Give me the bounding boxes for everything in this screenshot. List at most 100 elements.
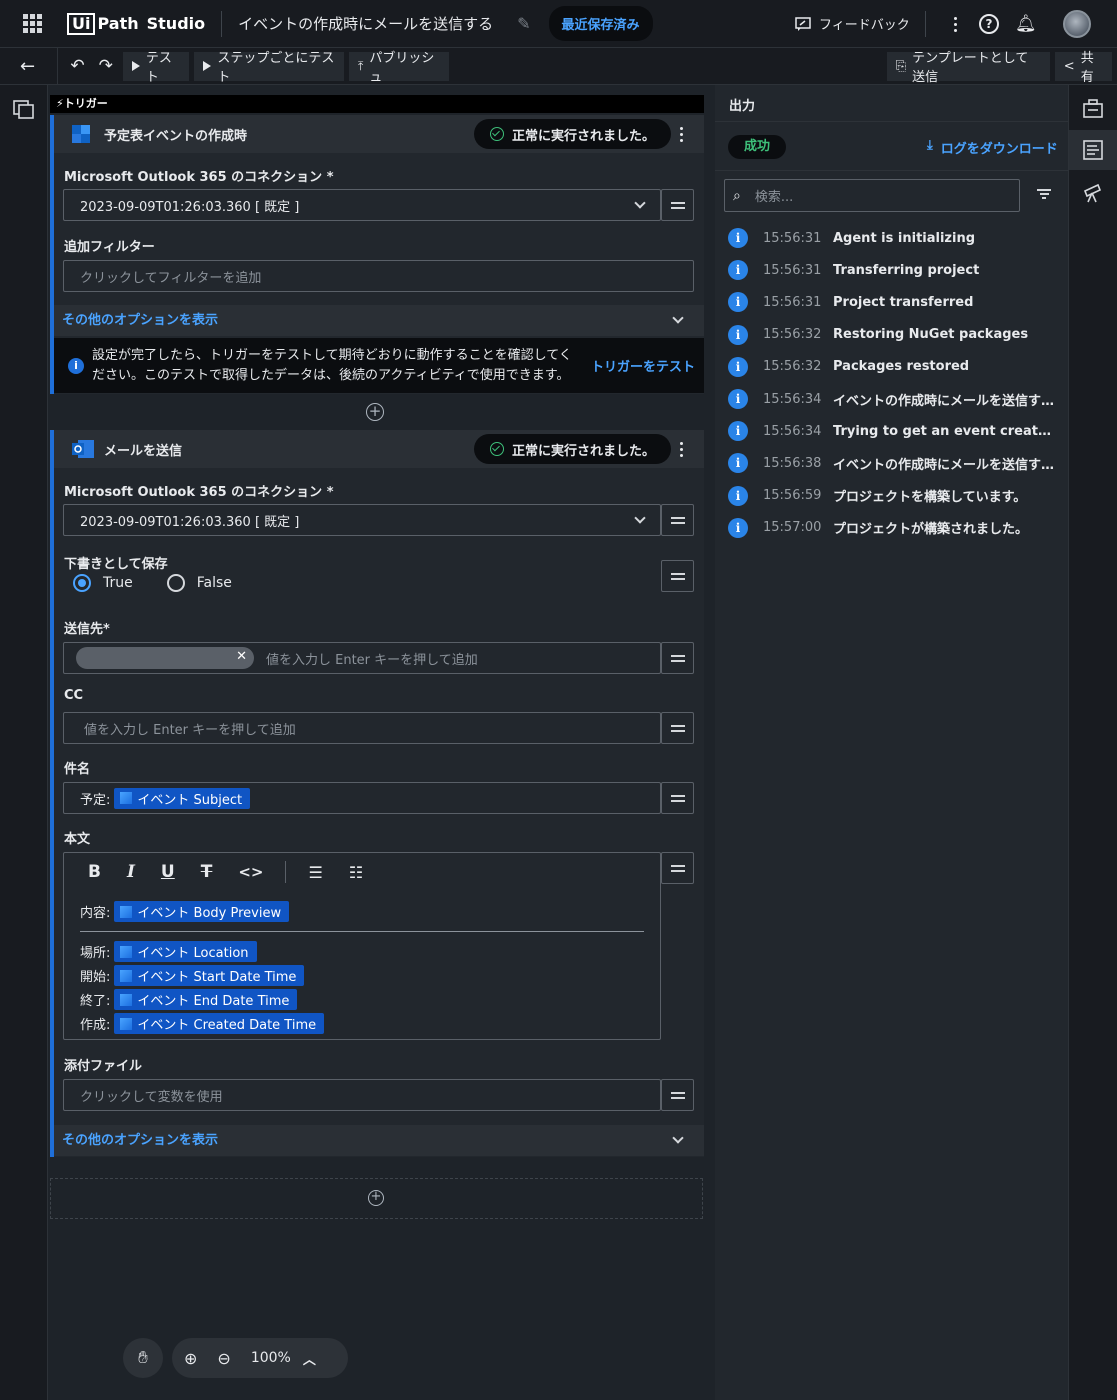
test-button[interactable]: テスト — [122, 51, 190, 85]
send-mail-card-header[interactable]: メールを送信 正常に実行されました。 — [54, 430, 704, 468]
body-row-prefix: 内容: — [80, 906, 111, 921]
trigger-more-options[interactable]: その他のオプションを表示 — [54, 305, 704, 336]
log-entry[interactable]: i 15:56:32 Packages restored — [728, 356, 1058, 378]
recipient-chip[interactable] — [76, 647, 254, 669]
zoom-out-icon[interactable]: ⊖ — [217, 1349, 230, 1368]
body-variable-tag[interactable]: イベント Body Preview — [114, 901, 290, 922]
project-title[interactable]: イベントの作成時にメールを送信する — [238, 13, 493, 34]
test-trigger-link[interactable]: トリガーをテスト — [591, 356, 695, 375]
log-entry[interactable]: i 15:56:34 Trying to get an event created … — [728, 420, 1058, 442]
bold-icon[interactable]: B — [88, 862, 101, 882]
feedback-button[interactable]: フィードバック — [795, 14, 910, 33]
app-launcher-icon[interactable] — [23, 13, 43, 34]
underline-icon[interactable]: U — [161, 862, 175, 882]
trigger-status-badge: 正常に実行されました。 — [474, 119, 672, 149]
subject-input[interactable]: 予定: イベント Subject — [63, 782, 661, 814]
info-icon: i — [728, 228, 748, 248]
step-test-button[interactable]: ステップごとにテスト — [194, 51, 345, 85]
log-message: Trying to get an event created in ... — [833, 423, 1058, 439]
log-entry[interactable]: i 15:56:34 イベントの作成時にメールを送信する exe... — [728, 388, 1058, 410]
body-options-button[interactable] — [661, 852, 694, 884]
back-arrow-icon[interactable]: ← — [20, 56, 47, 77]
log-message: イベントの作成時にメールを送信する exe... — [833, 457, 1058, 473]
send-template-label: テンプレートとして送信 — [912, 51, 1029, 85]
more-menu-icon[interactable] — [954, 16, 957, 32]
log-time: 15:56:59 — [763, 488, 822, 504]
connection-options-button[interactable] — [661, 504, 694, 536]
subject-options-button[interactable] — [661, 782, 694, 814]
help-icon[interactable]: ? — [979, 14, 999, 34]
subject-variable-tag[interactable]: イベント Subject — [114, 787, 251, 809]
info-text: 設定が完了したら、トリガーをテストして期待どおりに動作することを確認してください… — [92, 347, 572, 383]
trigger-more-icon[interactable] — [680, 127, 683, 142]
body-row: 開始: イベント Start Date Time — [80, 965, 305, 986]
zoom-in-icon[interactable]: ⊕ — [184, 1349, 197, 1368]
draft-false-radio[interactable] — [166, 574, 185, 592]
template-icon: ⎘ — [895, 58, 907, 74]
numbered-list-icon[interactable]: ☷ — [349, 863, 363, 882]
log-entry[interactable]: i 15:56:31 Agent is initializing — [728, 227, 1058, 249]
publish-button[interactable]: ⤒ パブリッシュ — [349, 51, 449, 85]
body-editor[interactable]: B I U T <> ☰ ☷ 内容: イベント Body Preview 場所: イ… — [63, 852, 661, 1040]
body-label: 本文 — [64, 832, 91, 847]
info-icon: i — [728, 485, 748, 506]
to-input[interactable]: 値を入力し Enter キーを押して追加 — [63, 642, 661, 674]
filter-input[interactable]: クリックしてフィルターを追加 — [63, 260, 694, 292]
attachment-options-button[interactable] — [661, 1079, 694, 1111]
draft-options-button[interactable] — [661, 560, 694, 592]
connection-select[interactable]: 2023-09-09T01:26:03.360 [ 既定 ] — [63, 189, 661, 221]
send-mail-more-icon[interactable] — [680, 442, 683, 457]
connection-select[interactable]: 2023-09-09T01:26:03.360 [ 既定 ] — [63, 504, 661, 536]
send-mail-more-options[interactable]: その他のオプションを表示 — [54, 1125, 704, 1156]
filter-icon[interactable] — [1037, 189, 1051, 199]
redo-icon[interactable]: ↷ — [99, 56, 113, 76]
info-icon: i — [728, 453, 748, 474]
log-entry[interactable]: i 15:57:00 プロジェクトが構築されました。 — [728, 517, 1058, 539]
italic-icon[interactable]: I — [127, 862, 135, 882]
body-variable-tag[interactable]: イベント Location — [114, 941, 257, 962]
undo-icon[interactable]: ↶ — [70, 56, 84, 76]
to-options-button[interactable] — [661, 642, 694, 674]
pan-hand-icon[interactable]: ✋︎ — [123, 1338, 163, 1378]
user-avatar[interactable] — [1062, 10, 1091, 38]
body-variable-tag[interactable]: イベント Start Date Time — [114, 965, 305, 986]
cc-options-button[interactable] — [661, 712, 694, 744]
log-search-input[interactable]: ⌕ 検索... — [724, 179, 1020, 212]
properties-panel-icon[interactable] — [1082, 99, 1104, 119]
output-tab[interactable] — [1069, 130, 1117, 170]
cc-input[interactable]: 値を入力し Enter キーを押して追加 — [63, 712, 661, 744]
log-time: 15:56:34 — [763, 423, 822, 439]
connection-value: 2023-09-09T01:26:03.360 [ 既定 ] — [80, 199, 300, 215]
code-icon[interactable]: <> — [238, 863, 263, 881]
run-status-badge: 成功 — [728, 135, 787, 159]
log-message: Packages restored — [833, 359, 970, 375]
trigger-card: 予定表イベントの作成時 正常に実行されました。 Microsoft Outloo… — [50, 115, 704, 394]
log-entry[interactable]: i 15:56:31 Project transferred — [728, 291, 1058, 313]
download-log-button[interactable]: ⤓ ログをダウンロード — [927, 138, 1058, 157]
notification-bell-icon[interactable]: 🔔︎ — [1015, 14, 1037, 34]
log-message: プロジェクトを構築しています。 — [833, 490, 1027, 506]
log-entry[interactable]: i 15:56:59 プロジェクトを構築しています。 — [728, 485, 1058, 507]
send-as-template-button[interactable]: ⎘ テンプレートとして送信 — [886, 51, 1050, 85]
chevron-up-icon[interactable]: ︿ — [303, 1349, 316, 1368]
log-entry[interactable]: i 15:56:31 Transferring project — [728, 259, 1058, 281]
add-activity-slot[interactable]: + — [50, 1178, 703, 1219]
log-entry[interactable]: i 15:56:38 イベントの作成時にメールを送信する exe... — [728, 452, 1058, 474]
edit-title-icon[interactable]: ✎ — [517, 14, 530, 33]
info-icon: i — [68, 357, 84, 374]
variable-icon — [120, 905, 133, 918]
body-variable-tag[interactable]: イベント Created Date Time — [114, 1013, 325, 1034]
bullet-list-icon[interactable]: ☰ — [308, 863, 322, 882]
log-entry[interactable]: i 15:56:32 Restoring NuGet packages — [728, 324, 1058, 346]
draft-true-radio[interactable] — [73, 574, 91, 592]
add-step-connector-icon[interactable]: + — [366, 403, 384, 421]
connection-options-button[interactable] — [661, 189, 694, 221]
trigger-card-header[interactable]: 予定表イベントの作成時 正常に実行されました。 — [54, 115, 704, 153]
strikethrough-icon[interactable]: T — [201, 862, 213, 882]
add-activity-icon[interactable]: + — [368, 1190, 384, 1206]
body-variable-tag[interactable]: イベント End Date Time — [114, 989, 298, 1010]
explorer-icon[interactable] — [13, 100, 35, 120]
share-button[interactable]: < 共有 — [1054, 51, 1113, 85]
telescope-icon[interactable] — [1082, 183, 1104, 203]
attachment-input[interactable]: クリックして変数を使用 — [63, 1079, 661, 1111]
